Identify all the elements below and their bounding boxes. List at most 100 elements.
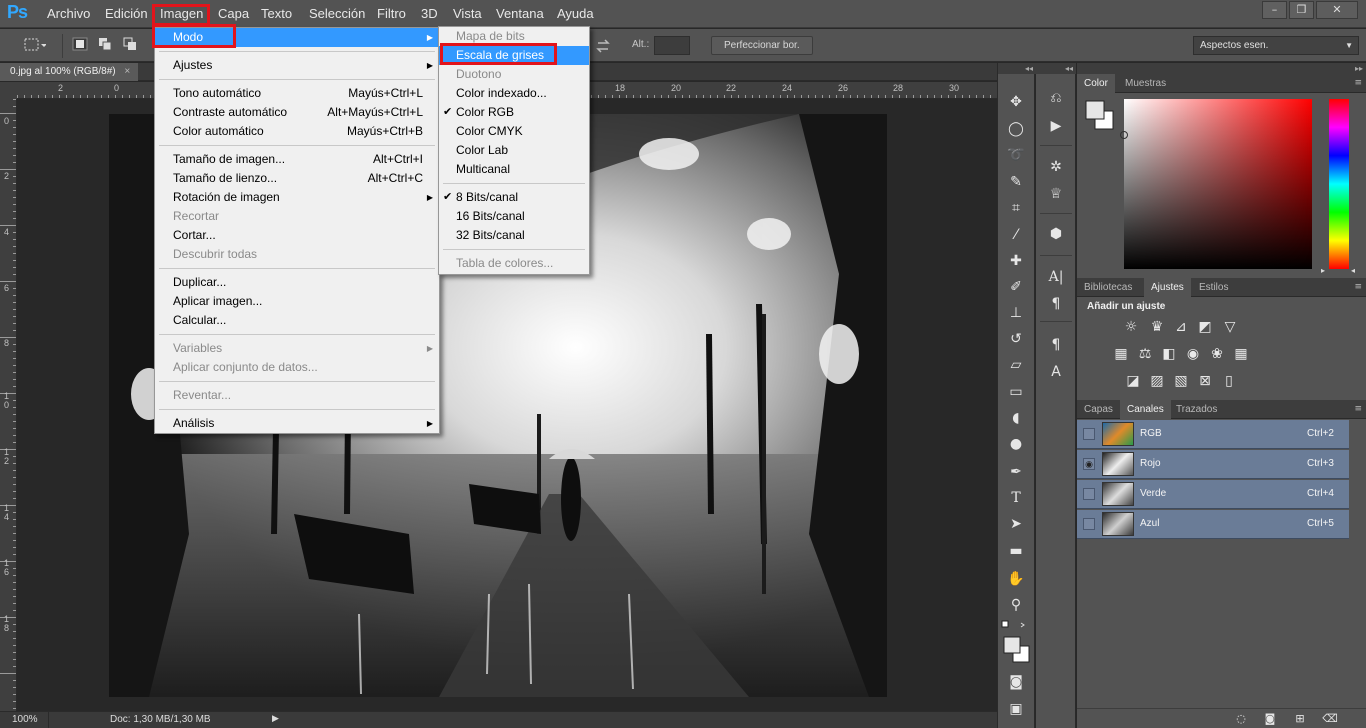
workspace-select[interactable]: Aspectos esen. ▼: [1193, 36, 1359, 55]
panel-menu-icon[interactable]: ≡: [1354, 404, 1362, 414]
submenu-item-32-bits-canal[interactable]: 32 Bits/canal: [439, 226, 589, 245]
color-swatches-icon[interactable]: [1001, 620, 1033, 664]
trash-icon[interactable]: ⌫: [1320, 710, 1340, 728]
status-arrow-icon[interactable]: ▶: [272, 713, 279, 724]
character-icon[interactable]: A|: [1046, 268, 1066, 286]
crop-icon[interactable]: ⌗: [1006, 199, 1026, 217]
gradient-icon[interactable]: ▭: [1006, 383, 1026, 401]
submenu-item-16-bits-canal[interactable]: 16 Bits/canal: [439, 207, 589, 226]
new-channel-icon[interactable]: ⊞: [1290, 710, 1310, 728]
channel-mixer-icon[interactable]: ❀: [1208, 346, 1226, 362]
character-styles-icon[interactable]: A: [1046, 363, 1066, 381]
menu-item-tamano-de-lienzo[interactable]: Tamaño de lienzo... Alt+Ctrl+C: [155, 169, 439, 188]
tab-trazados[interactable]: Trazados: [1169, 400, 1224, 419]
hue-slider-handle[interactable]: ◂: [1351, 266, 1355, 275]
visibility-toggle[interactable]: [1083, 488, 1095, 500]
brush-presets-icon[interactable]: ♕: [1046, 185, 1066, 203]
clone-stamp-icon[interactable]: ⊥: [1006, 304, 1026, 322]
menu-imagen[interactable]: Imagen: [160, 6, 203, 21]
menu-item-cortar[interactable]: Cortar...: [155, 226, 439, 245]
menu-item-tamano-de-imagen[interactable]: Tamaño de imagen... Alt+Ctrl+I: [155, 150, 439, 169]
curves-icon[interactable]: ⊿: [1172, 319, 1190, 335]
brush-settings-icon[interactable]: ✲: [1046, 158, 1066, 176]
levels-icon[interactable]: ♛: [1148, 319, 1166, 335]
menu-3d[interactable]: 3D: [421, 6, 438, 21]
rectangle-shape-icon[interactable]: ▬: [1006, 542, 1026, 560]
3d-icon[interactable]: ⬢: [1046, 225, 1066, 243]
close-tab-icon[interactable]: ×: [124, 66, 130, 77]
submenu-item-color-indexado[interactable]: Color indexado...: [439, 84, 589, 103]
zoom-level[interactable]: 100%: [12, 714, 38, 725]
type-tool-icon[interactable]: T: [1006, 489, 1026, 507]
menu-texto[interactable]: Texto: [261, 6, 292, 21]
color-balance-icon[interactable]: ⚖: [1136, 346, 1154, 362]
threshold-icon[interactable]: ▧: [1172, 373, 1190, 389]
collapse-icon[interactable]: ◂◂: [1036, 63, 1076, 74]
color-picker-cursor[interactable]: [1120, 131, 1128, 139]
submenu-item-color-lab[interactable]: Color Lab: [439, 141, 589, 160]
blur-icon[interactable]: ◖: [1006, 409, 1026, 427]
black-white-icon[interactable]: ◧: [1160, 346, 1178, 362]
ellipse-marquee-icon[interactable]: ◯: [1006, 120, 1026, 138]
add-selection-icon[interactable]: [98, 37, 114, 51]
menu-item-ajustes[interactable]: Ajustes ▶: [155, 56, 439, 75]
swap-dimensions-icon[interactable]: [596, 39, 612, 53]
menu-edicion[interactable]: Edición: [105, 6, 148, 21]
lasso-icon[interactable]: ➰: [1006, 146, 1026, 164]
submenu-item-escala-de-grises[interactable]: Escala de grises: [439, 46, 589, 65]
eyedropper-icon[interactable]: ⁄: [1006, 226, 1026, 244]
screen-mode-icon[interactable]: ▣: [1006, 700, 1026, 718]
refine-edge-button[interactable]: Perfeccionar bor.: [711, 36, 813, 55]
height-field[interactable]: [654, 36, 690, 55]
posterize-icon[interactable]: ▨: [1148, 373, 1166, 389]
minimize-button[interactable]: –: [1262, 1, 1287, 19]
tab-muestras[interactable]: Muestras: [1118, 74, 1173, 93]
menu-ventana[interactable]: Ventana: [496, 6, 544, 21]
tab-ajustes[interactable]: Ajustes: [1144, 278, 1191, 297]
menu-item-tono-automatico[interactable]: Tono automático Mayús+Ctrl+L: [155, 84, 439, 103]
move-tool-icon[interactable]: ✥: [1006, 93, 1026, 111]
menu-ayuda[interactable]: Ayuda: [557, 6, 594, 21]
channel-row-azul[interactable]: Azul Ctrl+5: [1077, 510, 1349, 539]
menu-item-analisis[interactable]: Análisis ▶: [155, 414, 439, 433]
eraser-icon[interactable]: ▱: [1006, 356, 1026, 374]
marquee-tool-preset-icon[interactable]: [24, 37, 46, 53]
dodge-icon[interactable]: ●: [1006, 435, 1026, 453]
channel-row-rojo[interactable]: ◉ Rojo Ctrl+3: [1077, 450, 1349, 479]
new-selection-icon[interactable]: [72, 37, 88, 51]
brush-icon[interactable]: ✐: [1006, 278, 1026, 296]
menu-item-calcular[interactable]: Calcular...: [155, 311, 439, 330]
tab-canales[interactable]: Canales: [1120, 400, 1171, 419]
maximize-button[interactable]: ❐: [1289, 1, 1314, 19]
invert-icon[interactable]: ◪: [1124, 373, 1142, 389]
zoom-icon[interactable]: ⚲: [1006, 596, 1026, 614]
hue-slider-handle[interactable]: ▸: [1321, 266, 1325, 275]
channel-row-rgb[interactable]: RGB Ctrl+2: [1077, 420, 1349, 449]
document-tab[interactable]: 0.jpg al 100% (RGB/8#) ×: [0, 63, 139, 81]
menu-filtro[interactable]: Filtro: [377, 6, 406, 21]
menu-vista[interactable]: Vista: [453, 6, 482, 21]
subtract-selection-icon[interactable]: [123, 37, 139, 51]
brightness-icon[interactable]: ☼: [1122, 319, 1140, 335]
quick-select-icon[interactable]: ✎: [1006, 173, 1026, 191]
pen-icon[interactable]: ✒: [1006, 463, 1026, 481]
color-lookup-icon[interactable]: ▦: [1232, 346, 1250, 362]
photo-filter-icon[interactable]: ◉: [1184, 346, 1202, 362]
close-window-button[interactable]: ✕: [1316, 1, 1358, 19]
tab-capas[interactable]: Capas: [1077, 400, 1120, 419]
collapse-icon[interactable]: ◂◂: [998, 63, 1036, 74]
hue-saturation-icon[interactable]: ▦: [1112, 346, 1130, 362]
submenu-item-multicanal[interactable]: Multicanal: [439, 160, 589, 179]
eye-icon[interactable]: ◉: [1083, 458, 1095, 470]
hue-slider[interactable]: [1329, 99, 1349, 269]
gradient-map-icon[interactable]: ▯: [1220, 373, 1238, 389]
panel-menu-icon[interactable]: ≡: [1354, 282, 1362, 292]
vibrance-icon[interactable]: ▽: [1221, 319, 1239, 335]
visibility-toggle[interactable]: [1083, 428, 1095, 440]
panel-menu-icon[interactable]: ≡: [1354, 78, 1362, 88]
tab-bibliotecas[interactable]: Bibliotecas: [1077, 278, 1139, 297]
actions-play-icon[interactable]: ▶: [1046, 117, 1066, 135]
fg-bg-color-icon[interactable]: [1085, 99, 1115, 133]
menu-item-duplicar[interactable]: Duplicar...: [155, 273, 439, 292]
paragraph-icon[interactable]: ¶: [1046, 295, 1066, 313]
